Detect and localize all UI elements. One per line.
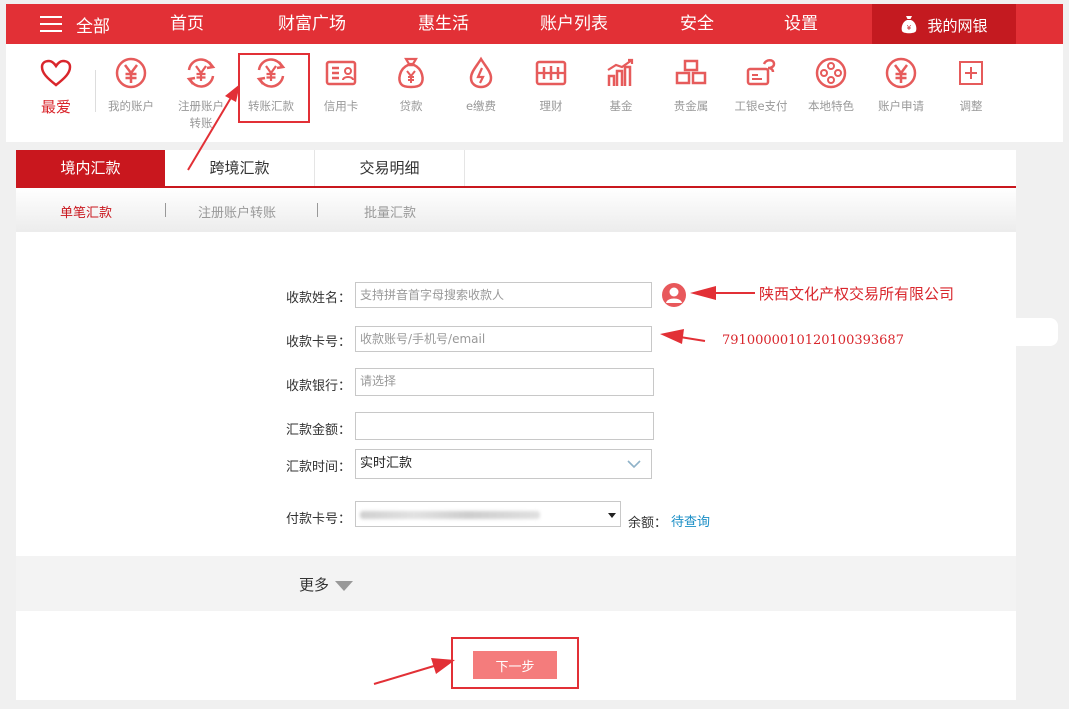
heart-icon	[40, 59, 72, 87]
dropdown-arrow-icon	[608, 513, 616, 518]
tab-domestic-remit[interactable]: 境内汇款	[16, 150, 165, 186]
plus-box-icon	[959, 61, 983, 85]
shortcut-precious-metals[interactable]: 贵金属	[656, 56, 726, 115]
nav-security[interactable]: 安全	[680, 4, 714, 44]
all-menu-button[interactable]: 全部	[40, 4, 110, 44]
sub-tab-bar: 单笔汇款 注册账户转账 批量汇款	[16, 188, 1016, 232]
annotation-payee-name: 陕西文化产权交易所有限公司	[759, 285, 955, 303]
sliders-icon	[535, 60, 567, 86]
credit-card-icon	[325, 60, 357, 86]
contact-picker-icon[interactable]	[661, 282, 687, 308]
more-bar: 更多	[16, 556, 1016, 611]
favorites-label: 最爱	[40, 98, 71, 116]
divider	[317, 203, 318, 217]
shortcut-icbc-epay[interactable]: 工银e支付	[726, 56, 796, 115]
subtab-single-remit[interactable]: 单笔汇款	[60, 202, 112, 221]
divider	[165, 203, 166, 217]
triangle-down-icon	[335, 580, 354, 591]
shortcut-local-features[interactable]: 本地特色	[796, 56, 866, 115]
redacted-card-number	[360, 511, 540, 519]
shortcut-bar: 最爱 我的账户 注册账户转账 转账汇款 信用卡 贷款 e缴费 理财 基金 贵金属…	[6, 44, 1063, 142]
yuan-circle-icon	[115, 57, 147, 89]
annotation-card-number: 7910000010120100393687	[722, 333, 904, 348]
nav-wealth-plaza[interactable]: 财富广场	[278, 4, 346, 44]
nav-life[interactable]: 惠生活	[418, 4, 469, 44]
epay-icon	[746, 59, 776, 86]
chevron-down-icon	[627, 460, 641, 469]
nav-settings[interactable]: 设置	[784, 4, 818, 44]
hamburger-icon	[40, 16, 62, 32]
next-step-button[interactable]: 下一步	[473, 651, 557, 679]
gold-bars-icon	[675, 59, 707, 85]
shortcut-label: e缴费	[465, 99, 497, 113]
film-reel-icon	[815, 57, 847, 89]
background-gutter	[1016, 142, 1063, 704]
shortcut-label: 贷款	[399, 99, 423, 113]
shortcut-wealth[interactable]: 理财	[516, 56, 586, 115]
card-number-input[interactable]: 收款账号/手机号/email	[355, 326, 652, 352]
shortcut-label: 本地特色	[808, 99, 854, 113]
shortcut-label: 理财	[539, 99, 563, 113]
more-label: 更多	[299, 576, 330, 594]
shortcut-label: 信用卡	[323, 99, 359, 113]
payee-bank-select[interactable]: 请选择	[355, 368, 654, 396]
svg-text:¥: ¥	[907, 24, 912, 32]
shortcut-epay-bills[interactable]: e缴费	[446, 56, 516, 115]
subtab-registered-transfer[interactable]: 注册账户转账	[198, 202, 276, 221]
remit-time-label: 汇款时间：	[286, 460, 352, 475]
shortcut-fund[interactable]: 基金	[586, 56, 656, 115]
tab-transaction-details[interactable]: 交易明细	[315, 150, 465, 186]
favorites-button[interactable]: 最爱	[36, 58, 76, 117]
more-toggle[interactable]: 更多	[299, 574, 354, 595]
nav-home[interactable]: 首页	[170, 4, 204, 44]
shortcut-loan[interactable]: 贷款	[376, 56, 446, 115]
payee-name-label: 收款姓名：	[286, 291, 352, 306]
shortcut-my-account[interactable]: 我的账户	[96, 56, 166, 115]
growth-chart-icon	[607, 58, 634, 86]
shortcut-label: 基金	[609, 99, 633, 113]
shortcut-registered-transfer[interactable]: 注册账户转账	[166, 56, 236, 132]
amount-label: 汇款金额：	[286, 423, 352, 438]
highlight-box	[238, 53, 310, 123]
water-drop-icon	[469, 56, 493, 89]
payee-bank-label: 收款银行：	[286, 379, 352, 394]
shortcut-label: 工银e支付	[734, 99, 788, 113]
shortcut-account-apply[interactable]: 账户申请	[866, 56, 936, 115]
shortcut-adjust[interactable]: 调整	[936, 56, 1006, 115]
all-menu-label: 全部	[76, 16, 110, 37]
shortcut-label: 注册账户转账	[178, 99, 224, 130]
shortcut-label: 我的账户	[108, 99, 154, 113]
subtab-batch-remit[interactable]: 批量汇款	[364, 202, 416, 221]
balance-query-link[interactable]: 待查询	[671, 511, 710, 530]
money-bag-icon	[398, 57, 424, 89]
nav-account-list[interactable]: 账户列表	[540, 4, 608, 44]
my-bank-label: 我的网银	[927, 16, 988, 35]
remit-time-select[interactable]: 实时汇款	[355, 449, 652, 479]
yuan-cycle-icon	[186, 58, 216, 88]
pay-card-select[interactable]	[355, 501, 621, 527]
shortcut-credit-card[interactable]: 信用卡	[306, 56, 376, 115]
amount-input[interactable]	[355, 412, 654, 440]
balance-label: 余额：	[628, 516, 668, 531]
transfer-panel: 境内汇款 跨境汇款 交易明细 单笔汇款 注册账户转账 批量汇款 收款姓名： 支持…	[16, 150, 1016, 700]
card-number-label: 收款卡号：	[286, 335, 352, 350]
tab-cross-border-remit[interactable]: 跨境汇款	[165, 150, 315, 186]
shortcut-label: 账户申请	[878, 99, 924, 113]
remit-time-value: 实时汇款	[360, 456, 413, 471]
redaction-patch	[980, 318, 1058, 346]
payee-name-input[interactable]: 支持拼音首字母搜索收款人	[355, 282, 652, 308]
pay-card-label: 付款卡号：	[286, 512, 352, 527]
shortcut-label: 调整	[959, 99, 983, 113]
yuan-circle-icon	[885, 57, 917, 89]
shortcut-label: 贵金属	[673, 99, 709, 113]
my-bank-button[interactable]: ¥ 我的网银	[872, 4, 1016, 46]
top-nav: 全部 首页 财富广场 惠生活 账户列表 安全 设置 ¥ 我的网银	[6, 4, 1063, 46]
tab-bar: 境内汇款 跨境汇款 交易明细	[16, 150, 1016, 188]
money-bag-icon: ¥	[902, 16, 917, 34]
